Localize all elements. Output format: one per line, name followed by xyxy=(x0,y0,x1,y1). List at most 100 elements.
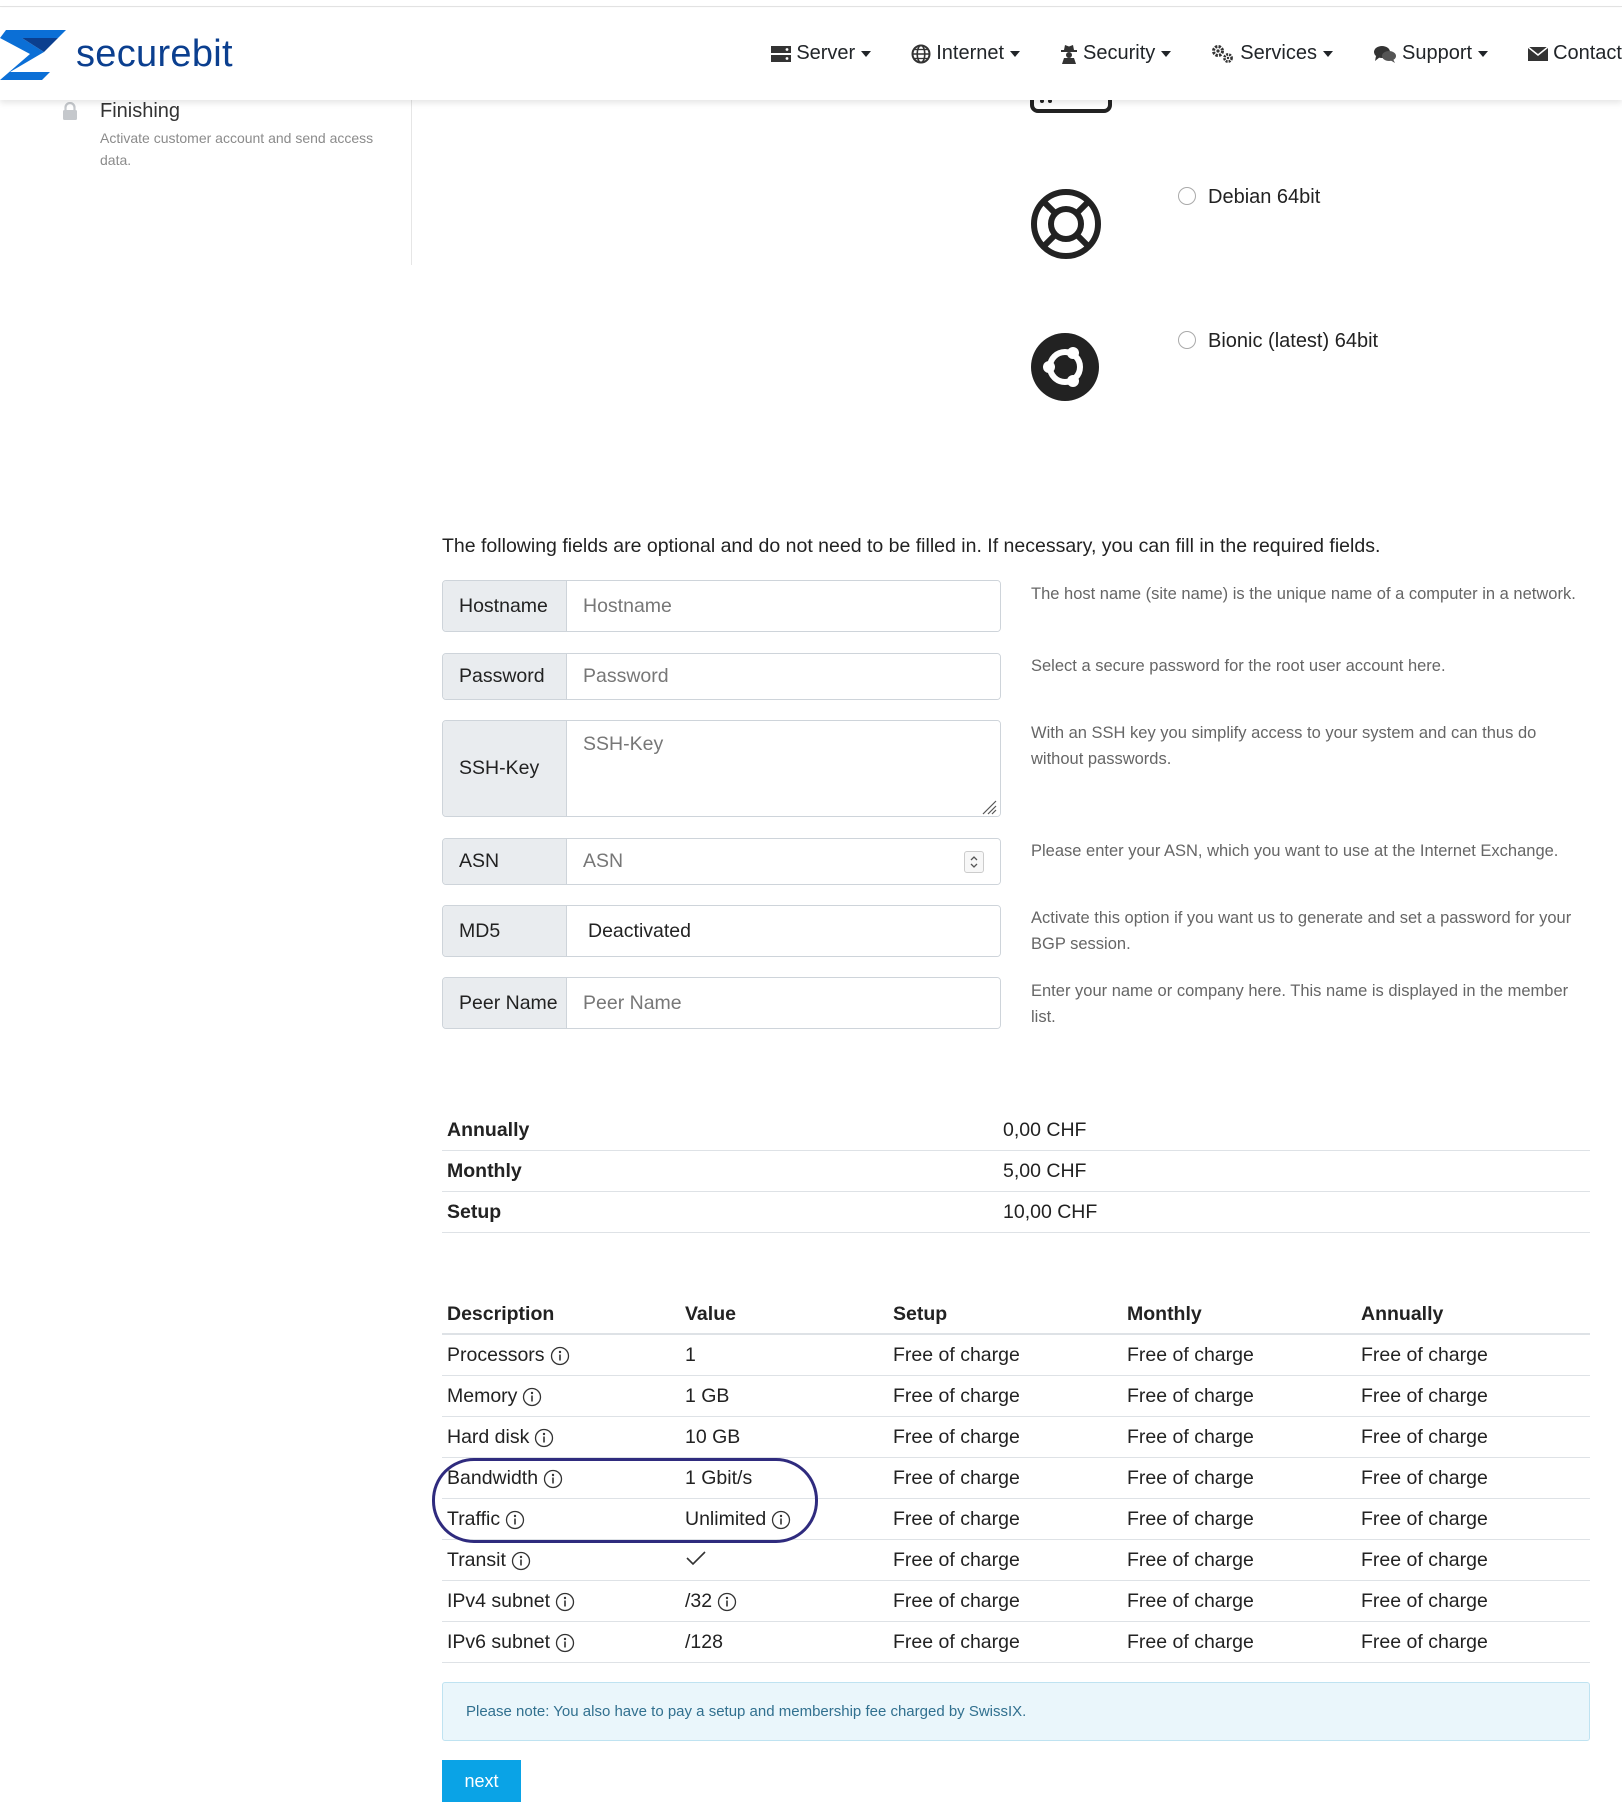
nav-internet-label: Internet xyxy=(936,42,1005,64)
summary-key: Setup xyxy=(447,1201,502,1223)
info-icon[interactable] xyxy=(534,1428,554,1448)
nav-server[interactable]: Server xyxy=(771,42,872,65)
row-monthly: Free of charge xyxy=(1127,1508,1254,1530)
table-header: Description Value Setup Monthly Annually xyxy=(442,1294,1590,1335)
peername-input[interactable] xyxy=(567,978,1000,1028)
info-icon[interactable] xyxy=(555,1633,575,1653)
md5-select[interactable]: Deactivated xyxy=(567,906,1000,956)
row-value: 1 Gbit/s xyxy=(685,1467,753,1489)
step-finishing-description: Activate customer account and send acces… xyxy=(100,130,374,168)
row-monthly: Free of charge xyxy=(1127,1385,1254,1407)
summary-row-setup: Setup 10,00 CHF xyxy=(442,1192,1590,1233)
nav-services-label: Services xyxy=(1240,42,1317,64)
asn-label: ASN xyxy=(443,839,567,884)
stepper-arrows-icon xyxy=(970,856,978,868)
row-annually: Free of charge xyxy=(1361,1385,1488,1407)
sshkey-help: With an SSH key you simplify access to y… xyxy=(1031,724,1537,768)
row-description: Traffic xyxy=(447,1508,501,1530)
info-icon[interactable] xyxy=(771,1510,791,1530)
summary-value: 0,00 CHF xyxy=(1003,1119,1087,1141)
cogs-icon xyxy=(1211,44,1235,64)
os-radio-bionic[interactable] xyxy=(1178,331,1196,349)
nav-server-label: Server xyxy=(796,42,856,64)
server-icon xyxy=(771,45,792,63)
optional-fields-intro: The following fields are optional and do… xyxy=(442,535,1381,557)
header-monthly: Monthly xyxy=(1127,1303,1202,1325)
nav-support[interactable]: Support xyxy=(1373,42,1489,65)
row-annually: Free of charge xyxy=(1361,1549,1488,1571)
row-value: 10 GB xyxy=(685,1426,741,1448)
row-monthly: Free of charge xyxy=(1127,1631,1254,1653)
row-value: Unlimited xyxy=(685,1508,767,1530)
row-description: Memory xyxy=(447,1385,518,1407)
info-icon[interactable] xyxy=(511,1551,531,1571)
step-finishing-title[interactable]: Finishing xyxy=(100,100,180,123)
hostname-input[interactable] xyxy=(567,581,1000,631)
peername-help: Enter your name or company here. This na… xyxy=(1031,982,1569,1026)
logo[interactable]: securebit xyxy=(0,28,233,80)
password-label: Password xyxy=(443,654,567,699)
header-value: Value xyxy=(685,1303,736,1325)
summary-row-monthly: Monthly 5,00 CHF xyxy=(442,1151,1590,1192)
next-button[interactable]: next xyxy=(442,1760,521,1802)
asn-input[interactable] xyxy=(567,839,1000,884)
table-row: Hard disk 10 GB Free of charge Free of c… xyxy=(442,1417,1590,1458)
table-row: Traffic Unlimited Free of charge Free of… xyxy=(442,1499,1590,1540)
summary-key: Monthly xyxy=(447,1160,522,1182)
asn-help: Please enter your ASN, which you want to… xyxy=(1031,842,1559,860)
peername-label: Peer Name xyxy=(443,978,567,1028)
row-setup: Free of charge xyxy=(893,1549,1020,1571)
row-annually: Free of charge xyxy=(1361,1508,1488,1530)
row-setup: Free of charge xyxy=(893,1590,1020,1612)
info-icon[interactable] xyxy=(555,1592,575,1612)
sshkey-textarea[interactable] xyxy=(567,721,1000,816)
os-radio-debian[interactable] xyxy=(1178,187,1196,205)
md5-help: Activate this option if you want us to g… xyxy=(1031,909,1572,953)
password-input[interactable] xyxy=(567,654,1000,699)
info-icon[interactable] xyxy=(543,1469,563,1489)
row-value: 1 GB xyxy=(685,1385,730,1407)
info-icon[interactable] xyxy=(505,1510,525,1530)
info-icon[interactable] xyxy=(717,1592,737,1612)
securebit-logo-icon xyxy=(0,30,66,80)
summary-key: Annually xyxy=(447,1119,530,1141)
row-description: Bandwidth xyxy=(447,1467,539,1489)
row-annually: Free of charge xyxy=(1361,1426,1488,1448)
asn-stepper[interactable] xyxy=(964,851,984,873)
row-annually: Free of charge xyxy=(1361,1631,1488,1653)
step-sidebar: Finishing Activate customer account and … xyxy=(0,100,412,265)
peername-field: Peer Name xyxy=(442,977,1001,1029)
caret-down-icon xyxy=(861,50,872,57)
caret-down-icon xyxy=(1161,50,1172,57)
resize-handle-icon[interactable] xyxy=(981,799,997,815)
os-label-bionic[interactable]: Bionic (latest) 64bit xyxy=(1208,330,1378,353)
nav-internet[interactable]: Internet xyxy=(911,42,1021,65)
row-description: Transit xyxy=(447,1549,506,1571)
password-help: Select a secure password for the root us… xyxy=(1031,657,1446,675)
info-icon[interactable] xyxy=(550,1346,570,1366)
info-icon[interactable] xyxy=(522,1387,542,1407)
password-field: Password xyxy=(442,653,1001,700)
summary-row-annually: Annually 0,00 CHF xyxy=(442,1110,1590,1151)
sshkey-field: SSH-Key xyxy=(442,720,1001,817)
row-annually: Free of charge xyxy=(1361,1344,1488,1366)
nav-services[interactable]: Services xyxy=(1211,42,1333,65)
header-annually: Annually xyxy=(1361,1303,1444,1325)
row-setup: Free of charge xyxy=(893,1467,1020,1489)
navbar: securebit Server Internet Security Servi… xyxy=(0,8,1622,100)
main-nav: Server Internet Security Services Suppor… xyxy=(731,42,1622,65)
row-monthly: Free of charge xyxy=(1127,1467,1254,1489)
lock-icon xyxy=(62,101,78,125)
nav-contact[interactable]: Contact xyxy=(1528,42,1622,65)
sshkey-label: SSH-Key xyxy=(443,721,567,816)
top-border xyxy=(0,0,1622,7)
row-value: /32 xyxy=(685,1590,713,1612)
row-setup: Free of charge xyxy=(893,1344,1020,1366)
nav-security[interactable]: Security xyxy=(1060,42,1172,65)
row-annually: Free of charge xyxy=(1361,1590,1488,1612)
caret-down-icon xyxy=(1010,50,1021,57)
os-label-debian[interactable]: Debian 64bit xyxy=(1208,186,1320,209)
row-setup: Free of charge xyxy=(893,1426,1020,1448)
table-row: Bandwidth 1 Gbit/s Free of charge Free o… xyxy=(442,1458,1590,1499)
nav-contact-label: Contact xyxy=(1553,42,1622,64)
